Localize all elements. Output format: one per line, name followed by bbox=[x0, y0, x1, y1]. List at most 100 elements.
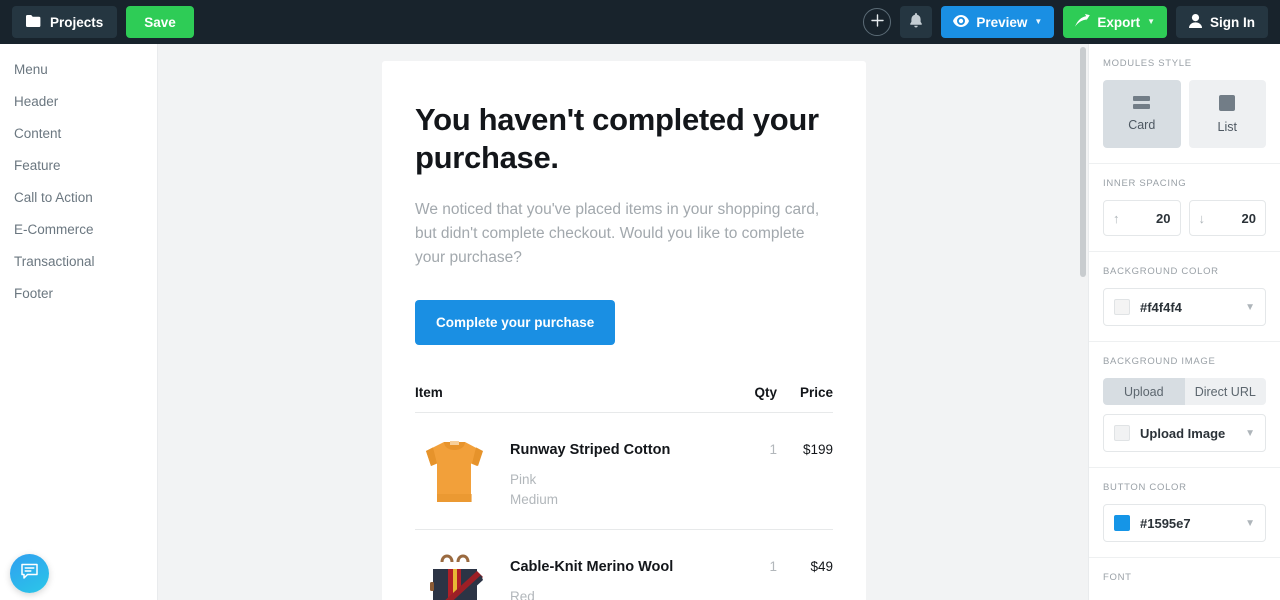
chevron-down-icon: ▼ bbox=[1245, 517, 1255, 529]
column-header-price: Price bbox=[799, 384, 833, 400]
item-details: Cable-Knit Merino Wool Red Standard bbox=[510, 549, 721, 600]
font-section: Font bbox=[1089, 558, 1280, 600]
item-color: Pink bbox=[510, 471, 537, 487]
table-row[interactable]: Runway Striped Cotton Pink Medium 1 $199 bbox=[415, 413, 833, 530]
complete-purchase-button[interactable]: Complete your purchase bbox=[415, 299, 616, 345]
sidebar-item-content[interactable]: Content bbox=[0, 117, 157, 149]
save-button[interactable]: Save bbox=[126, 6, 194, 38]
bag-thumbnail bbox=[415, 548, 494, 600]
modules-style-label: Modules Style bbox=[1103, 58, 1192, 69]
top-toolbar: Projects Save Preview ▼ Export ▼ Sign In bbox=[0, 0, 1280, 44]
spacing-top-input[interactable]: ↑ 20 bbox=[1103, 200, 1181, 236]
sidebar-item-label: Content bbox=[14, 125, 62, 141]
upload-image-picker[interactable]: Upload Image ▼ bbox=[1103, 414, 1266, 452]
order-items-table: Item Qty Price Runway Striped Cotton Pin… bbox=[415, 385, 833, 600]
spacing-bottom-input[interactable]: ↓ 20 bbox=[1188, 200, 1266, 236]
list-icon bbox=[1219, 94, 1236, 111]
item-price: $199 bbox=[802, 441, 833, 457]
background-image-section: Background Image Upload Direct URL Uploa… bbox=[1089, 342, 1280, 468]
column-header-qty: Qty bbox=[754, 384, 777, 400]
toolbar-right-group: Preview ▼ Export ▼ Sign In bbox=[863, 6, 1268, 38]
sidebar-item-label: Header bbox=[14, 93, 59, 109]
item-qty: 1 bbox=[769, 441, 777, 457]
background-color-label: Background Color bbox=[1103, 266, 1219, 277]
image-placeholder-swatch bbox=[1114, 425, 1130, 441]
modules-style-option-label: Card bbox=[1128, 118, 1156, 132]
item-details: Runway Striped Cotton Pink Medium bbox=[510, 432, 721, 511]
sidebar-item-label: E-Commerce bbox=[14, 221, 94, 237]
projects-label: Projects bbox=[50, 14, 104, 30]
item-name: Cable-Knit Merino Wool bbox=[510, 558, 674, 575]
chevron-down-icon: ▼ bbox=[1245, 301, 1255, 313]
inner-spacing-inputs: ↑ 20 ↓ 20 bbox=[1103, 200, 1266, 236]
inner-spacing-label: Inner Spacing bbox=[1103, 178, 1187, 189]
eye-icon bbox=[953, 14, 970, 30]
properties-panel: Modules Style Card List Inner Spacing ↑ … bbox=[1088, 44, 1280, 600]
card-icon bbox=[1133, 96, 1151, 109]
projects-button[interactable]: Projects bbox=[12, 6, 118, 38]
tab-upload[interactable]: Upload bbox=[1103, 378, 1185, 405]
arrow-down-icon: ↓ bbox=[1198, 210, 1206, 226]
spacing-bottom-value: 20 bbox=[1241, 210, 1256, 226]
sidebar-item-label: Call to Action bbox=[14, 189, 93, 205]
background-color-swatch bbox=[1114, 299, 1130, 315]
share-icon bbox=[1075, 14, 1091, 30]
button-color-label: Button Color bbox=[1103, 482, 1187, 493]
email-canvas: You haven't completed your purchase. We … bbox=[158, 44, 1088, 600]
item-name: Runway Striped Cotton bbox=[510, 441, 671, 458]
background-color-section: Background Color #f4f4f4 ▼ bbox=[1089, 252, 1280, 342]
background-color-value: #f4f4f4 bbox=[1140, 299, 1182, 315]
sidebar-item-footer[interactable]: Footer bbox=[0, 277, 157, 309]
plus-icon bbox=[871, 14, 884, 30]
sidebar-item-transactional[interactable]: Transactional bbox=[0, 245, 157, 277]
chat-widget-button[interactable] bbox=[10, 554, 49, 593]
sidebar-item-call-to-action[interactable]: Call to Action bbox=[0, 181, 157, 213]
modules-style-section: Modules Style Card List bbox=[1089, 44, 1280, 164]
chat-bubble-icon bbox=[20, 562, 39, 586]
sidebar-item-label: Transactional bbox=[14, 253, 95, 269]
upload-image-value: Upload Image bbox=[1140, 425, 1226, 441]
chevron-down-icon: ▼ bbox=[1034, 17, 1043, 26]
item-size: Medium bbox=[510, 491, 559, 507]
chevron-down-icon: ▼ bbox=[1147, 17, 1155, 26]
modules-style-option-card[interactable]: Card bbox=[1103, 80, 1181, 148]
email-heading: You haven't completed your purchase. bbox=[415, 102, 819, 175]
button-color-swatch bbox=[1114, 515, 1130, 531]
button-color-section: Button Color #1595e7 ▼ bbox=[1089, 468, 1280, 558]
user-icon bbox=[1189, 13, 1202, 31]
email-paragraph: We noticed that you've placed items in y… bbox=[415, 200, 820, 266]
preview-button[interactable]: Preview ▼ bbox=[941, 6, 1055, 38]
sidebar-item-feature[interactable]: Feature bbox=[0, 149, 157, 181]
sidebar-item-header[interactable]: Header bbox=[0, 85, 157, 117]
sidebar-item-e-commerce[interactable]: E-Commerce bbox=[0, 213, 157, 245]
sidebar-item-menu[interactable]: Menu bbox=[0, 53, 157, 85]
export-label: Export bbox=[1097, 14, 1141, 30]
export-button[interactable]: Export ▼ bbox=[1063, 6, 1167, 38]
background-color-picker[interactable]: #f4f4f4 ▼ bbox=[1103, 288, 1266, 326]
chevron-down-icon: ▼ bbox=[1245, 427, 1255, 439]
inner-spacing-section: Inner Spacing ↑ 20 ↓ 20 bbox=[1089, 164, 1280, 252]
background-image-tabs: Upload Direct URL bbox=[1103, 378, 1266, 405]
table-row[interactable]: Cable-Knit Merino Wool Red Standard 1 $4… bbox=[415, 530, 833, 600]
sidebar-item-label: Footer bbox=[14, 285, 54, 301]
canvas-scrollbar[interactable] bbox=[1078, 44, 1088, 600]
sidebar-item-label: Feature bbox=[14, 157, 61, 173]
item-color: Red bbox=[510, 588, 535, 600]
notifications-button[interactable] bbox=[900, 6, 933, 38]
spacing-top-value: 20 bbox=[1156, 210, 1171, 226]
canvas-scrollbar-thumb[interactable] bbox=[1080, 47, 1086, 277]
sign-in-label: Sign In bbox=[1210, 14, 1255, 30]
sign-in-button[interactable]: Sign In bbox=[1176, 6, 1268, 38]
button-color-value: #1595e7 bbox=[1140, 515, 1191, 531]
add-button[interactable] bbox=[863, 8, 892, 36]
preview-label: Preview bbox=[976, 14, 1028, 30]
table-header-row: Item Qty Price bbox=[415, 385, 833, 413]
tab-direct-url[interactable]: Direct URL bbox=[1184, 378, 1266, 405]
background-image-label: Background Image bbox=[1103, 356, 1216, 367]
button-color-picker[interactable]: #1595e7 ▼ bbox=[1103, 504, 1266, 542]
modules-style-option-list[interactable]: List bbox=[1188, 80, 1266, 148]
modules-style-option-label: List bbox=[1217, 119, 1237, 134]
arrow-up-icon: ↑ bbox=[1113, 210, 1120, 226]
toolbar-left-group: Projects Save bbox=[12, 6, 194, 38]
email-module-card[interactable]: You haven't completed your purchase. We … bbox=[382, 61, 866, 600]
